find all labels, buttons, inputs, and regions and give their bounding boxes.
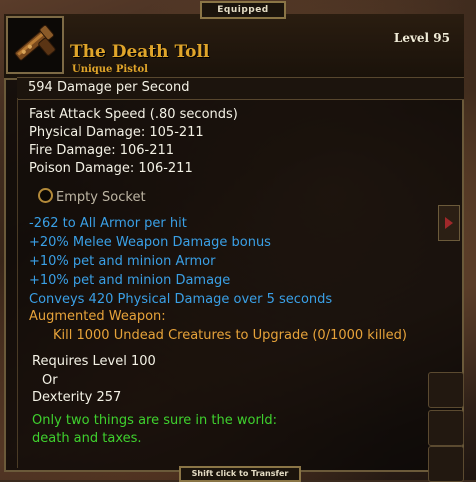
dps-bar: 594 Damage per Second — [17, 77, 464, 100]
flavor-text-2: death and taxes. — [32, 431, 142, 446]
equipped-tab[interactable]: Equipped — [200, 1, 286, 19]
item-name: The Death Toll — [70, 42, 210, 62]
scroll-right-button[interactable] — [438, 205, 460, 241]
augment-task: Kill 1000 Undead Creatures to Upgrade (0… — [53, 328, 407, 343]
fire-damage: Fire Damage: 106-211 — [29, 143, 175, 158]
physical-damage: Physical Damage: 105-211 — [29, 125, 204, 140]
poison-damage: Poison Damage: 106-211 — [29, 161, 193, 176]
pistol-icon — [14, 24, 56, 61]
damage-per-second: 594 Damage per Second — [28, 80, 190, 95]
item-level: Level 95 — [393, 31, 450, 45]
socket-label: Empty Socket — [56, 190, 146, 205]
item-header: The Death Toll Unique Pistol Level 95 — [4, 14, 464, 80]
requirement-or: Or — [42, 373, 58, 388]
inventory-slot[interactable] — [428, 372, 464, 408]
bonus-line: +10% pet and minion Damage — [29, 273, 231, 288]
required-dexterity: Dexterity 257 — [32, 390, 122, 405]
bonus-line: +10% pet and minion Armor — [29, 254, 216, 269]
bonus-line: Conveys 420 Physical Damage over 5 secon… — [29, 292, 333, 307]
item-type: Unique Pistol — [72, 64, 148, 75]
required-level: Requires Level 100 — [32, 354, 156, 369]
item-stats-panel: Fast Attack Speed (.80 seconds) Physical… — [17, 98, 438, 468]
bonus-line: +20% Melee Weapon Damage bonus — [29, 235, 271, 250]
bonus-line: -262 to All Armor per hit — [29, 216, 187, 231]
attack-speed: Fast Attack Speed (.80 seconds) — [29, 107, 238, 122]
flavor-text-1: Only two things are sure in the world: — [32, 413, 278, 428]
item-icon-frame[interactable] — [6, 16, 64, 74]
socket-icon — [38, 188, 53, 203]
augment-title: Augmented Weapon: — [29, 309, 166, 324]
empty-socket: Empty Socket — [38, 188, 146, 206]
arrow-right-icon — [445, 217, 453, 229]
inventory-slot[interactable] — [428, 446, 464, 482]
inventory-slot[interactable] — [428, 410, 464, 446]
